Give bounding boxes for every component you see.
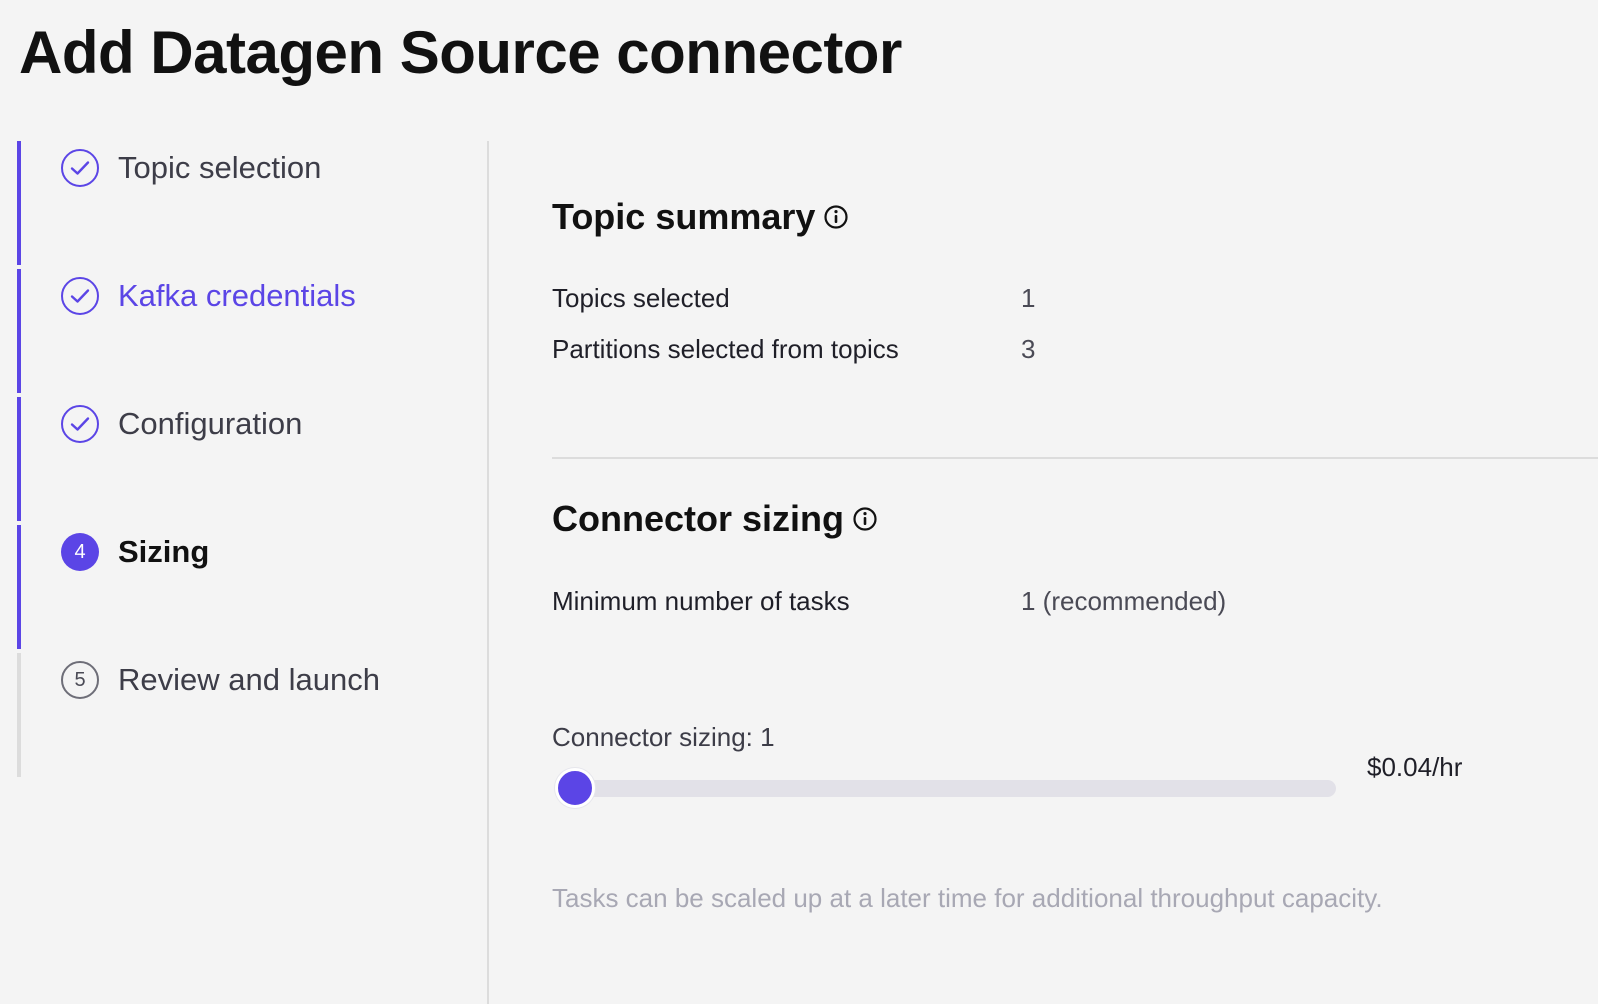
step-label[interactable]: Kafka credentials xyxy=(118,277,356,315)
step-label: Topic selection xyxy=(118,150,322,185)
step-review-and-launch[interactable]: 5 Review and launch xyxy=(17,653,457,777)
partitions-selected-value: 3 xyxy=(1021,334,1036,364)
page-title: Add Datagen Source connector xyxy=(19,19,902,86)
price-per-hour: $0.04/hr xyxy=(1367,752,1463,782)
helper-text: Tasks can be scaled up at a later time f… xyxy=(552,883,1383,913)
section-title: Topic summary xyxy=(552,196,816,237)
min-tasks-label: Minimum number of tasks xyxy=(552,586,850,616)
step-label: Configuration xyxy=(118,406,303,441)
stepper: Topic selection Kafka credentials Config… xyxy=(17,141,457,781)
partitions-selected-label: Partitions selected from topics xyxy=(552,334,899,364)
section-divider xyxy=(552,457,1598,459)
step-topic-selection[interactable]: Topic selection xyxy=(17,141,457,265)
topics-selected-label: Topics selected xyxy=(552,283,730,313)
step-kafka-credentials[interactable]: Kafka credentials xyxy=(17,269,457,393)
step-number-badge: 5 xyxy=(61,661,99,699)
check-circle-icon xyxy=(61,277,99,315)
step-number-badge: 4 xyxy=(61,533,99,571)
info-icon[interactable] xyxy=(852,506,878,532)
check-circle-icon xyxy=(61,405,99,443)
step-sizing[interactable]: 4 Sizing xyxy=(17,525,457,649)
step-label: Sizing xyxy=(118,534,210,569)
step-label: Review and launch xyxy=(118,662,380,697)
section-title: Connector sizing xyxy=(552,498,845,539)
topics-selected-value: 1 xyxy=(1021,283,1036,313)
connector-sizing-slider-thumb[interactable] xyxy=(555,768,595,808)
vertical-divider xyxy=(487,141,489,1004)
info-icon[interactable] xyxy=(823,204,849,230)
check-circle-icon xyxy=(61,149,99,187)
topic-summary-heading: Topic summary xyxy=(552,196,849,238)
connector-sizing-slider-label: Connector sizing: 1 xyxy=(552,722,775,752)
min-tasks-value: 1 (recommended) xyxy=(1021,586,1227,616)
connector-sizing-slider-track[interactable] xyxy=(555,780,1336,797)
step-configuration[interactable]: Configuration xyxy=(17,397,457,521)
connector-sizing-heading: Connector sizing xyxy=(552,498,878,540)
